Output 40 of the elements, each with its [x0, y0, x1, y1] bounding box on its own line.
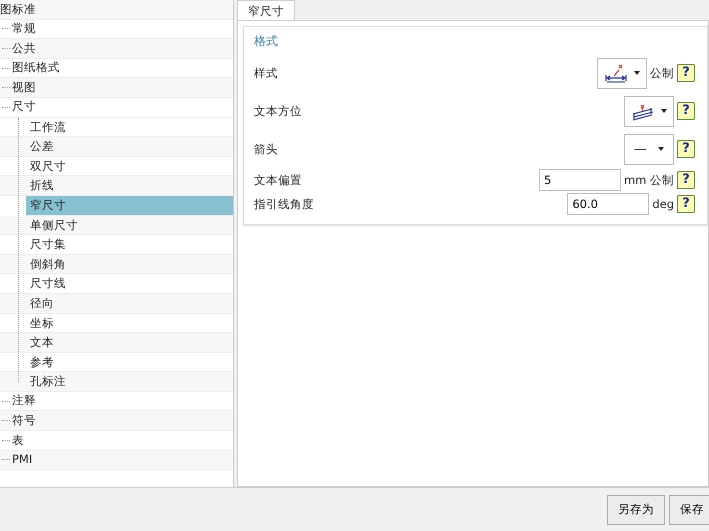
input-field[interactable]: 60.0 [567, 193, 650, 215]
help-button[interactable]: ? [677, 102, 695, 120]
field-label: 箭头 [254, 142, 278, 156]
help-button[interactable]: ? [677, 140, 695, 158]
field-label: 指引线角度 [254, 196, 314, 212]
caret-icon [661, 109, 667, 113]
caret-icon [634, 71, 640, 75]
tree-item[interactable]: 单侧尺寸 [0, 216, 233, 236]
field-label: 文本偏置 [254, 172, 302, 188]
unit-label: 公制 [650, 66, 674, 80]
tree-item[interactable]: 文本 [0, 333, 233, 353]
input-field[interactable]: 5 [538, 169, 621, 191]
field-label: 样式 [254, 66, 278, 80]
style-dropdown[interactable] [597, 58, 647, 88]
tree-item[interactable]: 折线 [0, 176, 233, 196]
tree-item[interactable]: PMI [0, 450, 233, 470]
unit-label: mm 公制 [624, 172, 674, 188]
dimension-icon [604, 63, 628, 83]
tree-item[interactable]: 尺寸 [0, 98, 233, 118]
tree-item[interactable]: 公差 [0, 137, 233, 157]
group-title: 格式 [254, 33, 279, 50]
tree-item[interactable]: 图标准 [0, 0, 233, 20]
caret-icon [658, 147, 664, 151]
tree-item[interactable]: 倒斜角 [0, 254, 233, 274]
field-label: 文本方位 [254, 104, 302, 118]
tree-item[interactable]: 符号 [0, 411, 233, 432]
help-button[interactable]: ? [677, 64, 695, 82]
unit-label: deg [652, 197, 674, 211]
style-dropdown[interactable] [624, 96, 674, 126]
tree-item[interactable]: 孔标注 [0, 372, 233, 392]
tree-item[interactable]: 径向 [0, 294, 233, 314]
tab[interactable]: 窄尺寸 [237, 0, 295, 20]
help-button[interactable]: ? [677, 195, 695, 213]
tree-item[interactable]: 公共 [0, 39, 233, 59]
tree-item[interactable]: 窄尺寸 [26, 196, 233, 216]
help-button[interactable]: ? [677, 171, 695, 189]
dialog-button[interactable]: 另存为 [607, 494, 665, 524]
dialog-button[interactable]: 保存 [669, 494, 709, 524]
tree-item[interactable]: 视图 [0, 78, 233, 98]
arrowhead-dropdown[interactable]: — [624, 134, 674, 164]
